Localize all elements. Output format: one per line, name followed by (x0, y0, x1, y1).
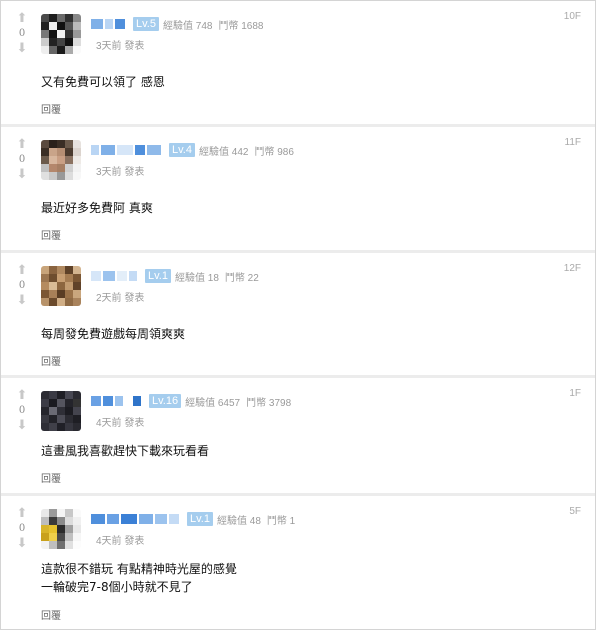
comment-text: 又有免費可以領了 感恩 (41, 73, 165, 91)
down-arrow-icon[interactable]: ⬇ (11, 419, 33, 433)
vote-box: ⬆ 0 ⬇ (11, 138, 33, 182)
comment-list: ⬆ 0 ⬇ Lv.5 經驗值 748 鬥幣 1688 3天前 發表 10F 又有… (0, 0, 596, 630)
comment-line: 這畫風我喜歡趕快下載來玩看看 (41, 444, 210, 458)
user-meta: Lv.1 經驗值 18 鬥幣 22 (91, 267, 265, 285)
comment-text: 這畫風我喜歡趕快下載來玩看看 (41, 442, 209, 460)
post-time: 3天前 發表 (96, 41, 145, 52)
level-badge: Lv.1 (187, 512, 213, 526)
avatar[interactable] (41, 509, 81, 549)
avatar[interactable] (41, 140, 81, 180)
username-redacted[interactable] (91, 395, 143, 407)
reply-button[interactable]: 回覆 (41, 470, 61, 485)
coins-stat: 鬥幣 1688 (218, 20, 264, 32)
user-meta: Lv.4 經驗值 442 鬥幣 986 (91, 141, 300, 159)
avatar[interactable] (41, 266, 81, 306)
comment-line: 一輪破完7-8個小時就不見了 (41, 580, 193, 594)
user-meta: Lv.1 經驗值 48 鬥幣 1 (91, 510, 301, 528)
vote-count: 0 (18, 28, 26, 39)
up-arrow-icon[interactable]: ⬆ (11, 138, 33, 152)
vote-count: 0 (18, 280, 26, 291)
post-time: 3天前 發表 (96, 167, 145, 178)
comment-item: ⬆ 0 ⬇ Lv.4 經驗值 442 鬥幣 986 3天前 發表 11F 最近好… (1, 127, 595, 253)
coins-stat: 鬥幣 3798 (246, 397, 292, 409)
exp-stat: 經驗值 48 (216, 515, 261, 527)
level-badge: Lv.1 (145, 269, 171, 283)
comment-text: 這款很不錯玩 有點精神時光屋的感覺 一輪破完7-8個小時就不見了 (41, 560, 237, 596)
post-time: 4天前 發表 (96, 536, 145, 547)
post-time: 4天前 發表 (96, 418, 145, 429)
comment-line: 這款很不錯玩 有點精神時光屋的感覺 (41, 562, 237, 576)
comment-item: ⬆ 0 ⬇ Lv.1 經驗值 18 鬥幣 22 2天前 發表 12F 每周發免費… (1, 253, 595, 378)
floor-number: 1F (569, 388, 581, 399)
level-badge: Lv.5 (133, 17, 159, 31)
down-arrow-icon[interactable]: ⬇ (11, 42, 33, 56)
up-arrow-icon[interactable]: ⬆ (11, 264, 33, 278)
floor-number: 10F (563, 11, 581, 22)
user-meta: Lv.16 經驗值 6457 鬥幣 3798 (91, 392, 297, 410)
down-arrow-icon[interactable]: ⬇ (11, 294, 33, 308)
comment-line: 又有免費可以領了 感恩 (41, 75, 165, 89)
vote-box: ⬆ 0 ⬇ (11, 507, 33, 551)
comment-item: ⬆ 0 ⬇ Lv.16 經驗值 6457 鬥幣 3798 4天前 發表 1F 這… (1, 378, 595, 496)
vote-box: ⬆ 0 ⬇ (11, 389, 33, 433)
exp-stat: 經驗值 18 (174, 272, 219, 284)
level-badge: Lv.4 (169, 143, 195, 157)
username-redacted[interactable] (91, 144, 163, 156)
level-badge: Lv.16 (149, 394, 182, 408)
comment-line: 每周發免費遊戲每周領爽爽 (41, 327, 186, 341)
comment-text: 每周發免費遊戲每周領爽爽 (41, 325, 185, 343)
username-redacted[interactable] (91, 513, 181, 525)
up-arrow-icon[interactable]: ⬆ (11, 389, 33, 403)
comment-item: ⬆ 0 ⬇ Lv.5 經驗值 748 鬥幣 1688 3天前 發表 10F 又有… (1, 1, 595, 127)
username-redacted[interactable] (91, 18, 127, 30)
vote-count: 0 (18, 523, 26, 534)
vote-count: 0 (18, 154, 26, 165)
up-arrow-icon[interactable]: ⬆ (11, 12, 33, 26)
exp-stat: 經驗值 6457 (185, 397, 241, 409)
floor-number: 12F (563, 263, 581, 274)
post-time: 2天前 發表 (96, 293, 145, 304)
reply-button[interactable]: 回覆 (41, 101, 61, 116)
exp-stat: 經驗值 748 (162, 20, 213, 32)
user-meta: Lv.5 經驗值 748 鬥幣 1688 (91, 15, 269, 33)
reply-button[interactable]: 回覆 (41, 353, 61, 368)
comment-line: 最近好多免費阿 真爽 (41, 201, 153, 215)
comment-text: 最近好多免費阿 真爽 (41, 199, 153, 217)
avatar[interactable] (41, 391, 81, 431)
up-arrow-icon[interactable]: ⬆ (11, 507, 33, 521)
floor-number: 5F (569, 506, 581, 517)
vote-box: ⬆ 0 ⬇ (11, 12, 33, 56)
reply-button[interactable]: 回覆 (41, 227, 61, 242)
down-arrow-icon[interactable]: ⬇ (11, 537, 33, 551)
avatar[interactable] (41, 14, 81, 54)
coins-stat: 鬥幣 986 (254, 146, 294, 158)
username-redacted[interactable] (91, 270, 139, 282)
coins-stat: 鬥幣 22 (224, 272, 259, 284)
vote-count: 0 (18, 405, 26, 416)
comment-item: ⬆ 0 ⬇ Lv.1 經驗值 48 鬥幣 1 4天前 發表 5F 這款很不錯玩 … (1, 496, 595, 629)
reply-button[interactable]: 回覆 (41, 607, 61, 622)
vote-box: ⬆ 0 ⬇ (11, 264, 33, 308)
floor-number: 11F (564, 137, 582, 148)
coins-stat: 鬥幣 1 (266, 515, 296, 527)
exp-stat: 經驗值 442 (198, 146, 249, 158)
down-arrow-icon[interactable]: ⬇ (11, 168, 33, 182)
